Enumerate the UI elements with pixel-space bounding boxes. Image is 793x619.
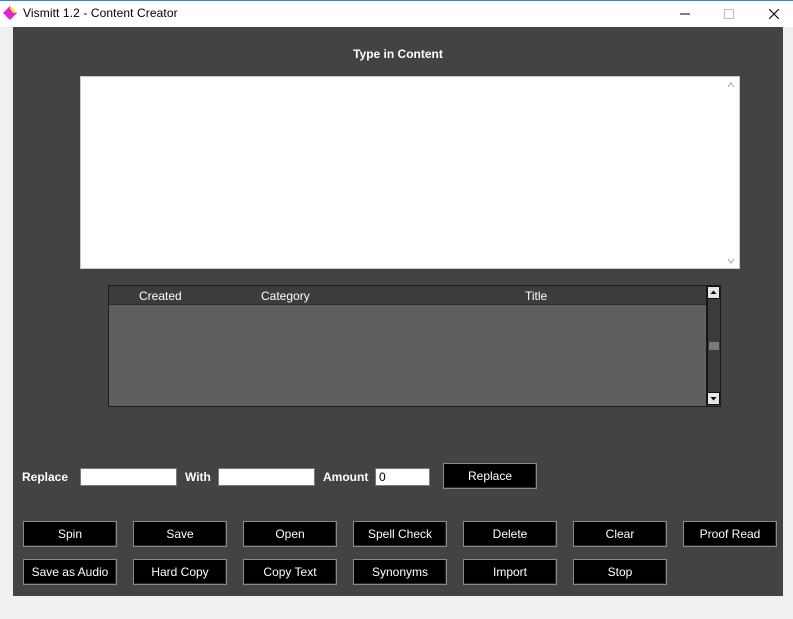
content-heading: Type in Content [353,47,443,61]
with-input[interactable] [218,468,315,486]
with-label: With [185,470,211,484]
content-editor[interactable] [80,76,740,269]
diamond-app-icon [3,6,17,20]
title-bar[interactable]: Vismitt 1.2 - Content Creator [0,0,793,27]
close-icon [769,9,779,19]
minimize-button[interactable] [662,1,708,27]
open-button[interactable]: Open [243,521,337,547]
delete-button[interactable]: Delete [463,521,557,547]
amount-label: Amount [323,470,369,484]
content-scrollbar[interactable] [723,77,739,268]
maximize-button[interactable] [706,1,752,27]
replace-button[interactable]: Replace [443,463,537,489]
column-title[interactable]: Title [525,289,547,303]
chevron-up-icon[interactable] [727,81,735,89]
content-textarea[interactable] [81,77,724,268]
save-as-audio-button[interactable]: Save as Audio [23,559,117,585]
spin-button[interactable]: Spin [23,521,117,547]
synonyms-button[interactable]: Synonyms [353,559,447,585]
main-panel: Type in Content Created Category Title R… [13,27,783,596]
scroll-down-button[interactable] [707,392,720,405]
maximize-icon [724,9,734,19]
replace-label: Replace [22,470,69,484]
spell-check-button[interactable]: Spell Check [353,521,447,547]
column-created[interactable]: Created [139,289,182,303]
save-button[interactable]: Save [133,521,227,547]
list-scrollbar[interactable] [706,286,720,406]
grip-icon [709,342,719,350]
triangle-up-icon [710,290,717,294]
triangle-down-icon [710,397,717,401]
amount-input[interactable] [375,468,430,486]
replace-input[interactable] [80,468,177,486]
clear-button[interactable]: Clear [573,521,667,547]
list-header: Created Category Title [109,286,706,305]
minimize-icon [680,13,690,15]
scroll-up-button[interactable] [707,286,720,299]
proof-read-button[interactable]: Proof Read [683,521,777,547]
scroll-thumb[interactable] [707,300,720,392]
content-list[interactable]: Created Category Title [108,285,721,407]
close-button[interactable] [751,1,793,27]
window-title: Vismitt 1.2 - Content Creator [23,6,178,20]
import-button[interactable]: Import [463,559,557,585]
stop-button[interactable]: Stop [573,559,667,585]
chevron-down-icon[interactable] [727,257,735,265]
column-category[interactable]: Category [261,289,310,303]
hard-copy-button[interactable]: Hard Copy [133,559,227,585]
copy-text-button[interactable]: Copy Text [243,559,337,585]
